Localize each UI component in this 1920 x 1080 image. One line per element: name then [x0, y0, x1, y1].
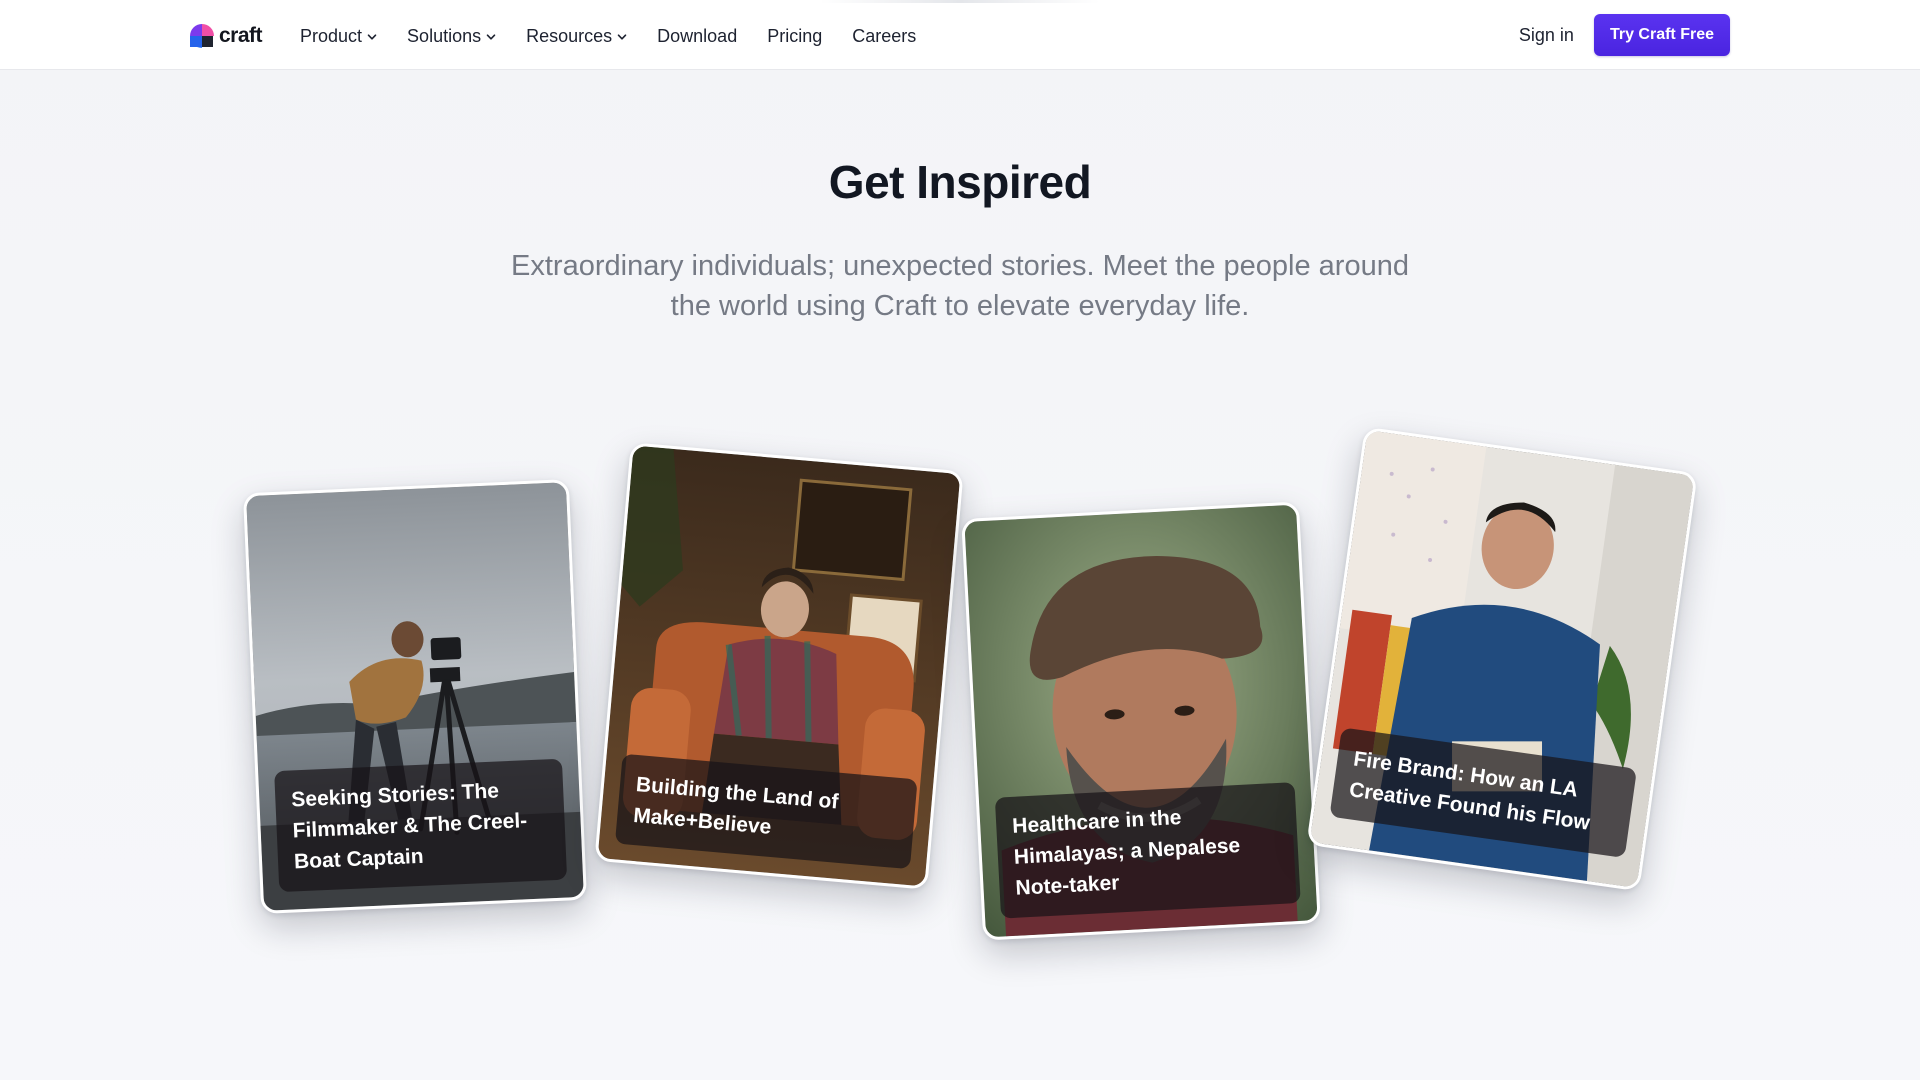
- nav-item-resources[interactable]: Resources: [526, 22, 627, 50]
- nav-item-download[interactable]: Download: [657, 22, 737, 50]
- story-card-make-believe[interactable]: Building the Land of Make+Believe: [594, 442, 964, 890]
- craft-logo[interactable]: craft: [189, 23, 263, 49]
- craft-logo-icon: [190, 24, 214, 48]
- primary-nav-links: Product Solutions Resources Download Pri…: [300, 22, 946, 50]
- story-card-caption: Seeking Stories: The Filmmaker & The Cre…: [274, 758, 568, 893]
- nav-item-label: Download: [657, 26, 738, 46]
- chevron-down-icon: [617, 34, 627, 40]
- story-card-caption: Healthcare in the Himalayas; a Nepalese …: [994, 782, 1301, 919]
- nav-item-label: Product: [300, 26, 363, 46]
- story-card-filmmaker[interactable]: Seeking Stories: The Filmmaker & The Cre…: [242, 479, 588, 914]
- page-subtitle: Extraordinary individuals; unexpected st…: [511, 250, 1409, 322]
- nav-item-product[interactable]: Product: [300, 22, 377, 50]
- nav-decorative-glow: [820, 0, 1100, 3]
- top-navigation: craft Product Solutions Resources Downlo…: [0, 0, 1920, 70]
- nav-item-solutions[interactable]: Solutions: [407, 22, 496, 50]
- try-craft-free-button[interactable]: Try Craft Free: [1593, 14, 1730, 56]
- story-card-fire-brand[interactable]: Fire Brand: How an LA Creative Found his…: [1306, 426, 1698, 892]
- page-title: Get Inspired: [828, 156, 1092, 208]
- logo-wordmark: craft: [219, 24, 263, 47]
- nav-item-pricing[interactable]: Pricing: [767, 22, 822, 50]
- nav-item-careers[interactable]: Careers: [852, 22, 916, 50]
- chevron-down-icon: [367, 34, 377, 40]
- nav-item-label: Solutions: [407, 26, 482, 46]
- nav-item-label: Careers: [852, 26, 917, 46]
- nav-item-label: Resources: [526, 26, 613, 46]
- story-card-himalayas[interactable]: Healthcare in the Himalayas; a Nepalese …: [961, 501, 1321, 941]
- chevron-down-icon: [486, 34, 496, 40]
- nav-actions: Sign in Try Craft Free: [1519, 14, 1730, 56]
- sign-in-link[interactable]: Sign in: [1519, 25, 1574, 46]
- nav-item-label: Pricing: [767, 26, 823, 46]
